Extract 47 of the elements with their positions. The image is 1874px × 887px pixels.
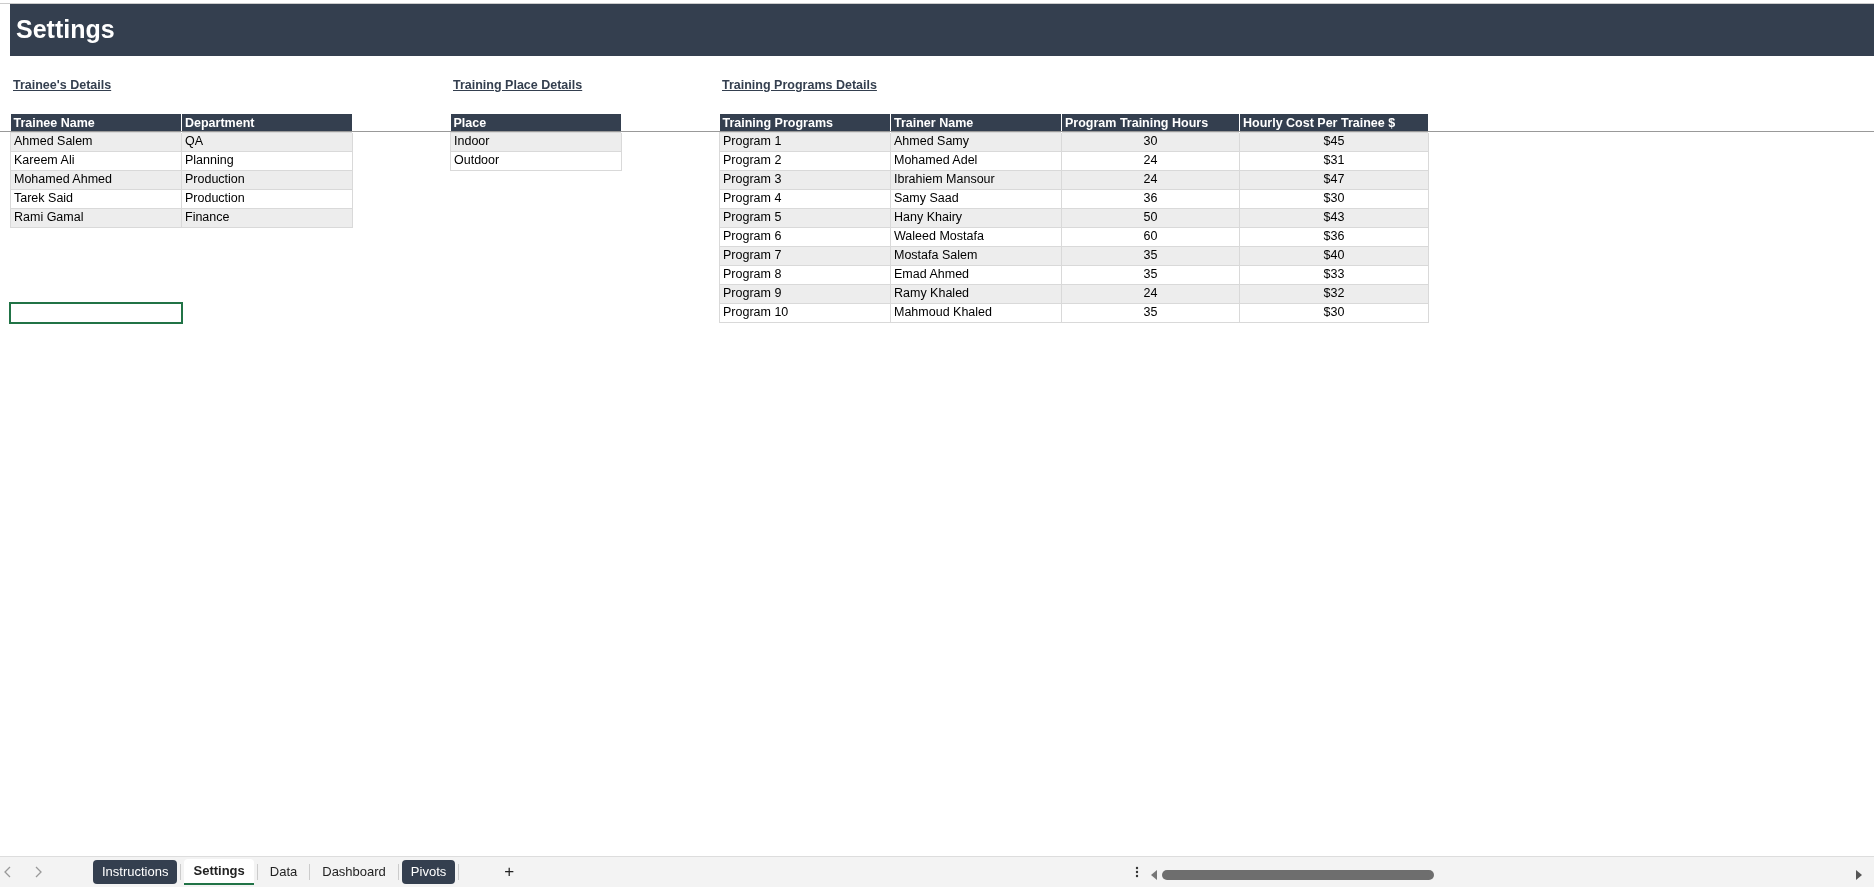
- sheet-tab[interactable]: Settings: [184, 859, 254, 885]
- table-cell: $36: [1239, 227, 1429, 247]
- table-cell: Samy Saad: [890, 189, 1062, 209]
- sheet-tab[interactable]: Pivots: [401, 860, 456, 884]
- add-sheet-button[interactable]: +: [495, 857, 524, 887]
- table-cell: Program 8: [719, 265, 891, 285]
- table-cell: $30: [1239, 303, 1429, 323]
- table-cell: Mahmoud Khaled: [890, 303, 1062, 323]
- selected-cell[interactable]: [9, 302, 183, 324]
- table-cell: Ahmed Samy: [890, 132, 1062, 152]
- sheet-tab[interactable]: Data: [260, 860, 307, 884]
- table-cell: 30: [1061, 132, 1240, 152]
- table-cell: Program 1: [719, 132, 891, 152]
- table-cell: Ahmed Salem: [10, 132, 182, 152]
- table-cell: $33: [1239, 265, 1429, 285]
- table-cell: 60: [1061, 227, 1240, 247]
- table-cell: 35: [1061, 265, 1240, 285]
- table-cell: 35: [1061, 303, 1240, 323]
- table-cell: Emad Ahmed: [890, 265, 1062, 285]
- section-heading: Training Programs Details: [722, 77, 877, 94]
- table-cell: Program 6: [719, 227, 891, 247]
- sheet-title: Settings: [16, 14, 115, 46]
- table-cell: $31: [1239, 151, 1429, 171]
- previous-icon[interactable]: [4, 866, 12, 878]
- table-cell: $30: [1239, 189, 1429, 209]
- table-cell: Planning: [181, 151, 353, 171]
- table-cell: Outdoor: [450, 151, 622, 171]
- table-cell: Mohamed Adel: [890, 151, 1062, 171]
- table-cell: $45: [1239, 132, 1429, 152]
- table-cell: Program 10: [719, 303, 891, 323]
- table-cell: Kareem Ali: [10, 151, 182, 171]
- section-heading: Trainee's Details: [13, 77, 112, 94]
- table-cell: Production: [181, 189, 353, 209]
- sheet-tab[interactable]: Dashboard: [313, 860, 395, 884]
- table-cell: 24: [1061, 151, 1240, 171]
- table-cell: Tarek Said: [10, 189, 182, 209]
- table-cell: QA: [181, 132, 353, 152]
- table-cell: Indoor: [450, 132, 622, 152]
- table-cell: Program 4: [719, 189, 891, 209]
- next-icon[interactable]: [34, 866, 42, 878]
- more-options-icon[interactable]: [1135, 866, 1139, 878]
- sheet-tab[interactable]: Instructions: [93, 860, 178, 884]
- horizontal-scrollbar[interactable]: [1149, 867, 1864, 882]
- table-cell: Waleed Mostafa: [890, 227, 1062, 247]
- table-cell: 36: [1061, 189, 1240, 209]
- table-cell: Program 2: [719, 151, 891, 171]
- section-heading: Training Place Details: [453, 77, 583, 94]
